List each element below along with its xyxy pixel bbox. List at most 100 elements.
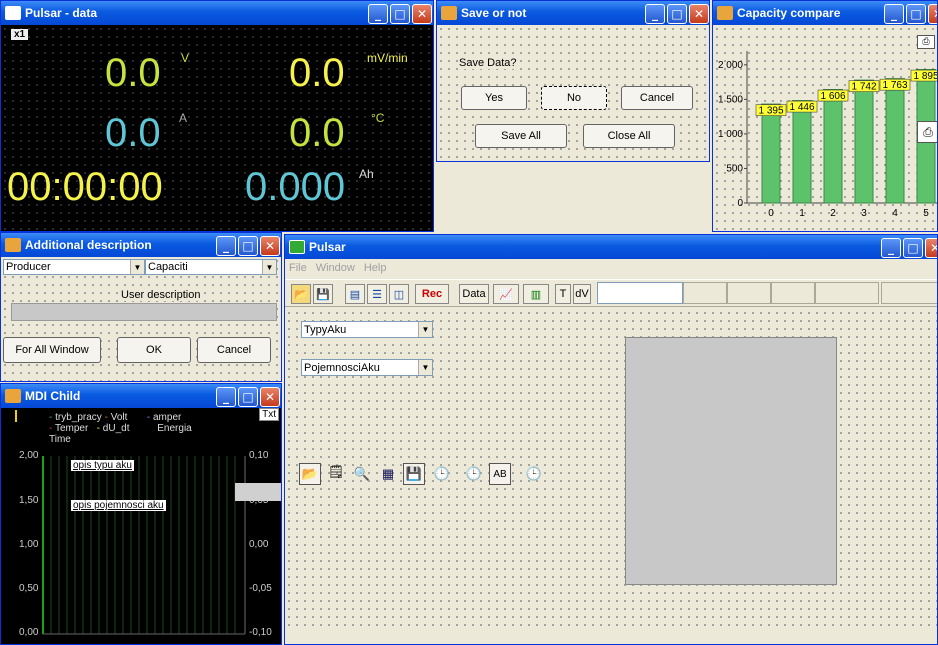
menu-bar: File Window Help xyxy=(285,259,937,277)
yes-button[interactable]: Yes xyxy=(461,86,527,110)
close-button[interactable]: ✕ xyxy=(412,4,432,24)
form-icon[interactable]: 🗒 xyxy=(325,461,347,483)
maximize-button[interactable]: □ xyxy=(238,387,258,407)
menu-help[interactable]: Help xyxy=(364,262,387,274)
status-field xyxy=(727,282,771,304)
voltage-value: 0.0 xyxy=(105,51,161,95)
bar xyxy=(885,80,905,204)
data-label: 1 895 xyxy=(913,71,938,82)
producer-select-value: Producer xyxy=(6,261,51,273)
user-description-input[interactable] xyxy=(11,303,277,321)
record-button[interactable]: Rec xyxy=(415,284,449,304)
minimize-button[interactable]: _ xyxy=(881,238,901,258)
preview-panel xyxy=(625,337,837,585)
display-area: x1 0.0 V 0.0 mV/min 0.0 A 0.0 °C 00:00:0… xyxy=(1,25,433,231)
t-button[interactable]: T xyxy=(555,284,571,304)
status-field xyxy=(815,282,879,304)
battery-type-box[interactable]: opis typu aku xyxy=(71,460,134,471)
window-title: Additional description xyxy=(25,238,152,252)
scale-x1-badge[interactable]: x1 xyxy=(11,29,29,40)
dv-button[interactable]: dV xyxy=(573,284,591,304)
bar xyxy=(854,82,874,204)
maximize-button[interactable]: □ xyxy=(238,236,258,256)
left-axis-tick: 0,00 xyxy=(19,627,39,638)
maximize-button[interactable]: □ xyxy=(906,4,926,24)
save-or-not-window: Save or not _ □ ✕ Save Data? Yes No Canc… xyxy=(436,0,710,162)
battery-capacity-box[interactable]: opis pojemnosci aku xyxy=(71,500,166,511)
right-axis-tick: -0,05 xyxy=(249,583,272,594)
minimize-button[interactable]: _ xyxy=(216,236,236,256)
cancel-button[interactable]: Cancel xyxy=(197,337,271,363)
temperature-value: 0.0 xyxy=(289,111,345,155)
for-all-window-button[interactable]: For All Window xyxy=(3,337,101,363)
timer-icon[interactable]: 🕒 xyxy=(523,463,545,485)
tile-vertical-icon[interactable]: ◫ xyxy=(389,284,409,304)
cascade-icon[interactable]: ▤ xyxy=(345,284,365,304)
producer-select[interactable]: Producer ▼ xyxy=(3,259,145,275)
bar-chart-icon[interactable]: ▥ xyxy=(523,284,549,304)
open-folder-icon[interactable]: 📂 xyxy=(291,284,311,304)
menu-file[interactable]: File xyxy=(289,262,307,274)
capacity-chart: 2 000 1 500 1 000 500 0 1 395 0 1 446 1 1 606 2 1 7… xyxy=(718,51,938,219)
image-icon[interactable]: ▦ xyxy=(377,463,399,485)
ab-icon[interactable]: AB xyxy=(489,463,511,485)
open-dialog-icon[interactable]: 📂 xyxy=(299,463,321,485)
chevron-down-icon[interactable]: ▼ xyxy=(262,260,276,274)
minimize-button[interactable]: _ xyxy=(645,4,665,24)
charge-unit: Ah xyxy=(359,167,374,181)
title-bar[interactable]: Pulsar xyxy=(285,235,937,259)
minimize-button[interactable]: _ xyxy=(368,4,388,24)
status-field xyxy=(683,282,727,304)
battery-type-select[interactable]: TypyAku ▼ xyxy=(301,321,433,338)
minimize-button[interactable]: _ xyxy=(884,4,904,24)
window-title: Pulsar xyxy=(309,240,346,254)
line-chart-icon[interactable]: 📈 xyxy=(493,284,519,304)
app-icon xyxy=(717,6,733,20)
chevron-down-icon[interactable]: ▼ xyxy=(418,322,432,337)
form-designer-area: TypyAku ▼ PojemnosciAku ▼ 📂 🗒 🔍 ▦ 💾 🕒 🕒 AB… xyxy=(285,309,937,628)
y-tick-label: 0 xyxy=(737,198,743,209)
data-button[interactable]: Data xyxy=(459,284,489,304)
no-button[interactable]: No xyxy=(541,86,607,110)
print-icon[interactable]: ⎙ xyxy=(917,121,937,143)
close-button[interactable]: ✕ xyxy=(260,387,280,407)
rate-unit: mV/min xyxy=(367,51,408,65)
left-axis-tick: 1,00 xyxy=(19,539,39,550)
chevron-down-icon[interactable]: ▼ xyxy=(418,360,432,375)
y-tick-label: 1 000 xyxy=(718,129,743,140)
battery-type-value: TypyAku xyxy=(304,323,347,336)
capacity-select-value: Capaciti xyxy=(148,261,188,273)
save-all-button[interactable]: Save All xyxy=(475,124,567,148)
chart-area: ⎙ 2 000 1 500 1 000 500 0 1 395 0 1 446 1 1 606 2 1… xyxy=(713,25,937,231)
timer-icon[interactable]: 🕒 xyxy=(463,463,485,485)
pulsar-data-window: Pulsar - data _ □ ✕ x1 0.0 V 0.0 mV/min … xyxy=(0,0,434,232)
save-icon[interactable]: 💾 xyxy=(313,284,333,304)
temperature-unit: °C xyxy=(371,111,385,125)
maximize-button[interactable]: □ xyxy=(903,238,923,258)
y-tick-label: 2 000 xyxy=(718,60,743,71)
current-value: 0.0 xyxy=(105,111,161,155)
minimize-button[interactable]: _ xyxy=(216,387,236,407)
maximize-button[interactable]: □ xyxy=(390,4,410,24)
close-button[interactable]: ✕ xyxy=(925,238,937,258)
maximize-button[interactable]: □ xyxy=(667,4,687,24)
floppy-icon[interactable]: 💾 xyxy=(403,463,425,485)
ok-button[interactable]: OK xyxy=(117,337,191,363)
menu-window[interactable]: Window xyxy=(316,262,355,274)
battery-capacity-select[interactable]: PojemnosciAku ▼ xyxy=(301,359,433,376)
close-button[interactable]: ✕ xyxy=(260,236,280,256)
chevron-down-icon[interactable]: ▼ xyxy=(130,260,144,274)
window-title: MDI Child xyxy=(25,389,81,403)
x-tick-label: 4 xyxy=(892,208,898,219)
right-axis-tick: 0,00 xyxy=(249,539,269,550)
app-icon xyxy=(441,6,457,20)
timer-icon[interactable]: 🕒 xyxy=(431,463,453,485)
close-all-button[interactable]: Close All xyxy=(583,124,675,148)
capacity-select[interactable]: Capaciti ▼ xyxy=(145,259,277,275)
cancel-button[interactable]: Cancel xyxy=(621,86,693,110)
y-tick-label: 500 xyxy=(726,163,743,174)
close-button[interactable]: ✕ xyxy=(928,4,937,24)
tile-horizontal-icon[interactable]: ☰ xyxy=(367,284,387,304)
close-button[interactable]: ✕ xyxy=(689,4,709,24)
search-component-icon[interactable]: 🔍 xyxy=(351,463,373,485)
